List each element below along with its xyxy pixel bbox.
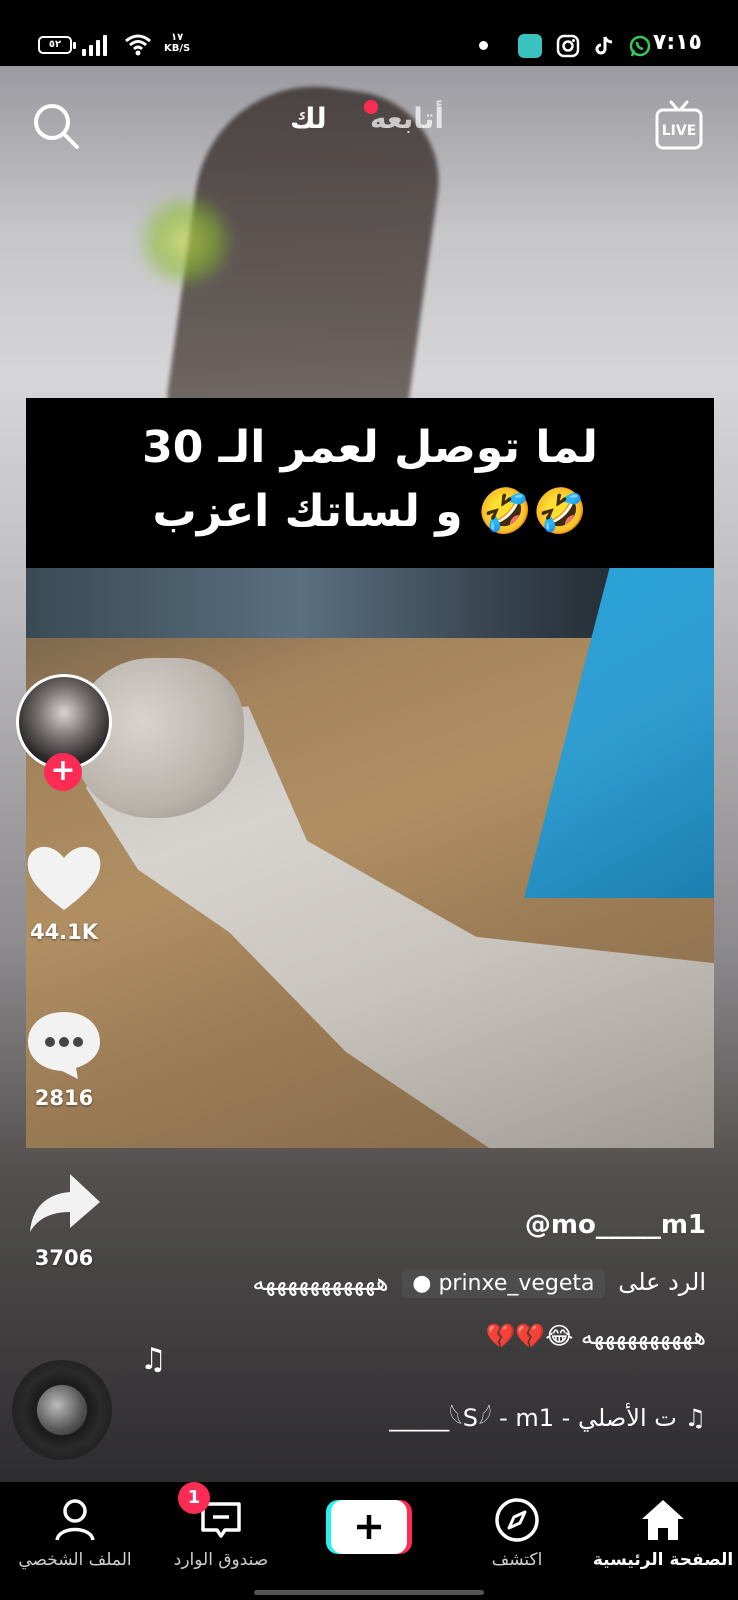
- sound-title[interactable]: ♫ ت الأصلي - 𓆩S𓆪 - m1_____: [389, 1394, 706, 1434]
- nav-discover[interactable]: اكتشف: [442, 1496, 592, 1570]
- app-notification-icon: [518, 34, 542, 58]
- video-scene: [26, 568, 714, 1148]
- notification-dot-icon: [479, 41, 488, 50]
- nav-inbox-label: صندوق الوارد: [173, 1550, 269, 1570]
- nav-home[interactable]: الصفحة الرئيسية: [588, 1496, 738, 1570]
- share-button[interactable]: 3706: [18, 1166, 110, 1270]
- compass-icon: [495, 1498, 539, 1542]
- video-overlay-line2: و لساتك اعزب 🤣🤣: [152, 486, 588, 537]
- bottom-nav: الملف الشخصي صندوق الوارد 1 اكتشف الصفحة…: [0, 1482, 738, 1600]
- heart-icon: [27, 846, 101, 910]
- creator-username[interactable]: @mo_____m1: [525, 1210, 706, 1240]
- reply-caption: الرد على ● prinxe_vegeta هههههههههههه: [252, 1268, 706, 1298]
- share-arrow-icon: [30, 1174, 100, 1232]
- reply-prefix: الرد على: [618, 1268, 706, 1296]
- network-speed-unit: KB/S: [164, 43, 191, 54]
- video-overlay-line1: لما توصل لعمر الـ 30: [142, 422, 598, 473]
- nav-home-label: الصفحة الرئيسية: [592, 1550, 734, 1570]
- live-icon[interactable]: LIVE: [654, 98, 704, 152]
- inbox-badge: 1: [178, 1482, 210, 1514]
- nav-profile-label: الملف الشخصي: [18, 1550, 132, 1570]
- comment-icon: [28, 1012, 100, 1079]
- network-speed: ١٧ KB/S: [164, 32, 190, 54]
- tiktok-icon: [595, 36, 613, 55]
- signal-icon: [82, 34, 112, 56]
- network-speed-value: ١٧: [171, 32, 184, 43]
- tab-for-you[interactable]: لك: [290, 102, 327, 135]
- reply-user-chip[interactable]: ● prinxe_vegeta: [402, 1269, 605, 1298]
- battery-icon: ٥٢: [38, 36, 76, 54]
- profile-icon: [55, 1499, 95, 1541]
- tab-following[interactable]: أتابعه: [370, 102, 444, 135]
- home-icon: [642, 1500, 684, 1540]
- feed-tabs: لك أتابعه: [0, 100, 738, 150]
- video-overlay-text: لما توصل لعمر الـ 30 و لساتك اعزب 🤣🤣: [26, 398, 714, 568]
- nav-inbox[interactable]: صندوق الوارد: [146, 1496, 296, 1570]
- comment-button[interactable]: 2816: [18, 1006, 110, 1110]
- like-count: 44.1K: [29, 920, 99, 944]
- caption-line-2: ههههههههههه 😂💔💔: [485, 1322, 706, 1350]
- whatsapp-icon: [629, 35, 651, 57]
- home-indicator: [254, 1590, 484, 1595]
- clock: ٧:١٥: [652, 30, 702, 55]
- background-glow: [130, 196, 240, 286]
- music-note-icon: ♫: [140, 1342, 167, 1377]
- live-label: LIVE: [662, 123, 697, 139]
- status-bar: ٥٢ ١٧ KB/S ٧:١٥: [0, 0, 738, 66]
- instagram-icon: [556, 34, 580, 58]
- create-button[interactable]: [326, 1500, 412, 1554]
- video-content-frame[interactable]: لما توصل لعمر الـ 30 و لساتك اعزب 🤣🤣: [26, 398, 714, 1148]
- share-count: 3706: [34, 1246, 94, 1270]
- wifi-icon: [125, 34, 151, 56]
- reply-user: prinxe_vegeta: [438, 1271, 595, 1296]
- comment-count: 2816: [34, 1086, 94, 1110]
- like-button[interactable]: 44.1K: [18, 840, 110, 944]
- reply-text: هههههههههههه: [252, 1268, 389, 1296]
- music-disc-icon[interactable]: [12, 1360, 112, 1460]
- follow-plus-button[interactable]: +: [44, 753, 82, 791]
- nav-discover-label: اكتشف: [491, 1550, 543, 1570]
- nav-profile[interactable]: الملف الشخصي: [0, 1496, 150, 1570]
